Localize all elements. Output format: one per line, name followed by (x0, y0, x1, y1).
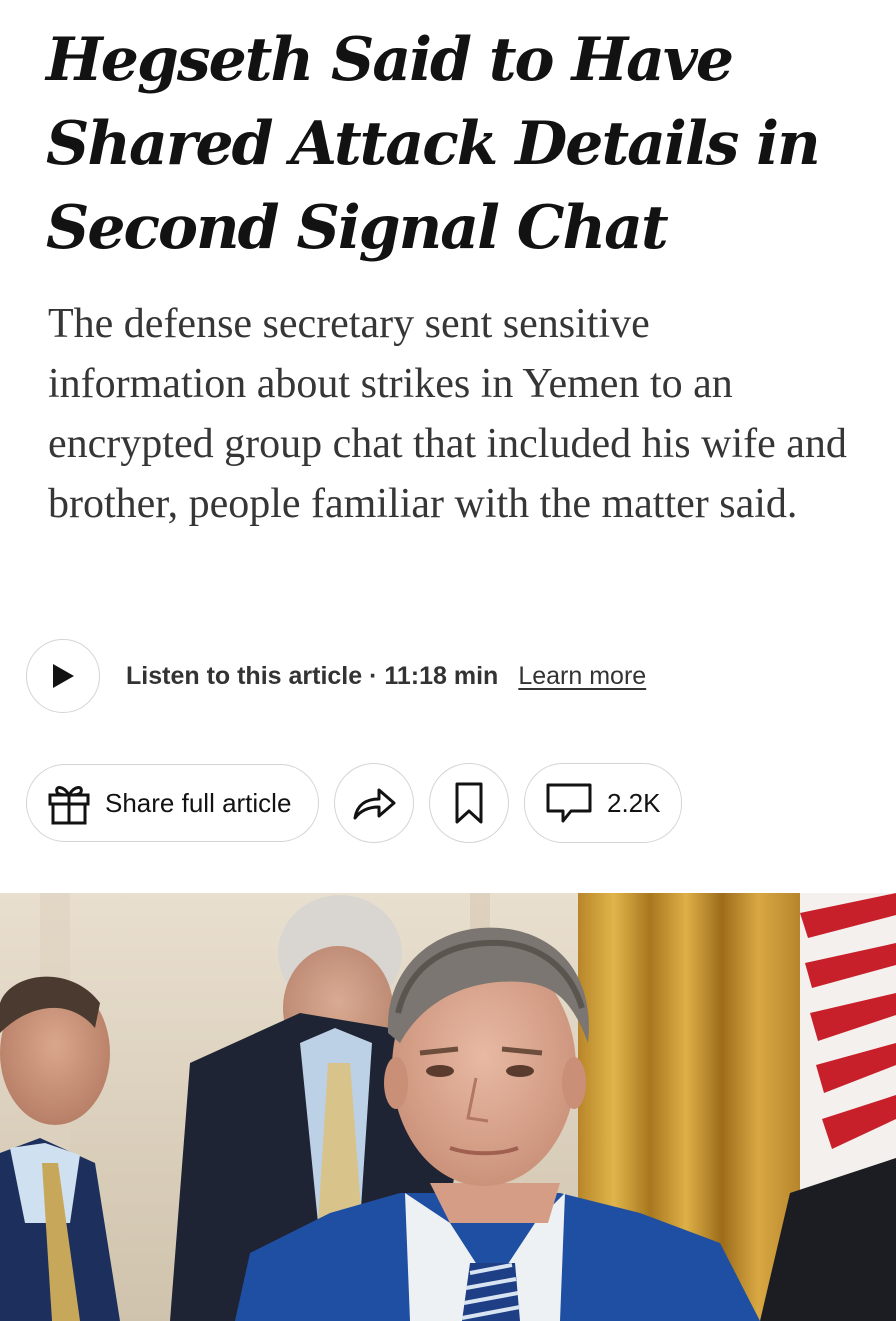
share-full-article-label: Share full article (105, 787, 292, 818)
listen-bar: Listen to this article · 11:18 min Learn… (26, 638, 876, 714)
article: Hegseth Said to Have Shared Attack Detai… (0, 0, 896, 1321)
headline: Hegseth Said to Have Shared Attack Detai… (46, 25, 821, 263)
share-arrow-icon (353, 788, 396, 820)
share-button[interactable] (334, 763, 414, 843)
listen-label[interactable]: Listen to this article · 11:18 min (126, 662, 498, 691)
comment-icon (546, 783, 592, 823)
bookmark-icon (455, 782, 483, 824)
save-bookmark-button[interactable] (429, 763, 509, 843)
comments-button[interactable]: 2.2K (524, 763, 682, 843)
article-lead-photo (0, 893, 896, 1321)
share-full-article-button[interactable]: Share full article (26, 764, 319, 842)
play-button[interactable] (26, 639, 100, 713)
learn-more-link[interactable]: Learn more (518, 662, 646, 691)
play-icon (53, 664, 74, 688)
gift-icon (48, 786, 90, 825)
comment-count: 2.2K (607, 787, 661, 818)
article-summary: The defense secretary sent sensitive inf… (48, 301, 847, 527)
article-actions: Share full article 2.2K (26, 763, 682, 843)
